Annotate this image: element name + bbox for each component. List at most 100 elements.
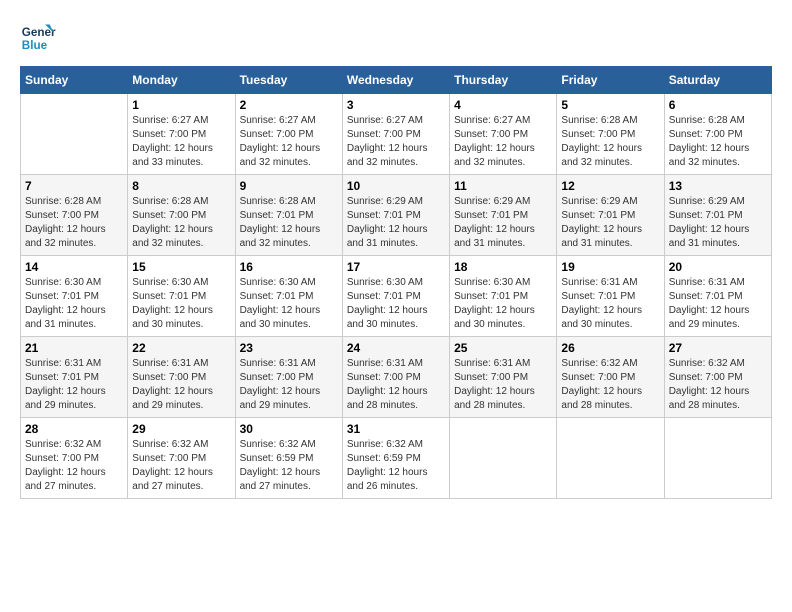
day-number: 15: [132, 260, 230, 274]
calendar-cell: 25 Sunrise: 6:31 AM Sunset: 7:00 PM Dayli…: [450, 337, 557, 418]
day-number: 7: [25, 179, 123, 193]
day-info: Sunrise: 6:32 AM Sunset: 6:59 PM Dayligh…: [240, 438, 338, 494]
calendar-cell: [21, 94, 128, 175]
calendar-cell: 2 Sunrise: 6:27 AM Sunset: 7:00 PM Daylig…: [235, 94, 342, 175]
calendar-cell: 11Sunrise: 6:29 AM Sunset: 7:01 PM Dayli…: [450, 175, 557, 256]
svg-text:Blue: Blue: [22, 39, 48, 52]
day-info: Sunrise: 6:30 AM Sunset: 7:01 PM Dayligh…: [25, 276, 123, 332]
weekday-header: Sunday: [21, 67, 128, 94]
day-info: Sunrise: 6:31 AM Sunset: 7:00 PM Dayligh…: [240, 357, 338, 413]
day-number: 12: [561, 179, 659, 193]
day-info: Sunrise: 6:28 AM Sunset: 7:00 PM Dayligh…: [669, 114, 767, 170]
calendar-header-row: SundayMondayTuesdayWednesdayThursdayFrid…: [21, 67, 772, 94]
calendar-cell: 18 Sunrise: 6:30 AM Sunset: 7:01 PM Dayli…: [450, 256, 557, 337]
day-number: 16: [240, 260, 338, 274]
calendar-table: SundayMondayTuesdayWednesdayThursdayFrid…: [20, 66, 772, 499]
calendar-cell: [450, 418, 557, 499]
calendar-cell: 27 Sunrise: 6:32 AM Sunset: 7:00 PM Dayli…: [664, 337, 771, 418]
day-info: Sunrise: 6:29 AM Sunset: 7:01 PM Dayligh…: [561, 195, 659, 251]
day-number: 22: [132, 341, 230, 355]
day-number: 2: [240, 98, 338, 112]
day-info: Sunrise: 6:27 AM Sunset: 7:00 PM Dayligh…: [240, 114, 338, 170]
calendar-cell: 14 Sunrise: 6:30 AM Sunset: 7:01 PM Dayli…: [21, 256, 128, 337]
day-number: 4: [454, 98, 552, 112]
day-info: Sunrise: 6:32 AM Sunset: 7:00 PM Dayligh…: [669, 357, 767, 413]
logo: General Blue: [20, 20, 60, 56]
day-number: 11: [454, 179, 552, 193]
day-number: 26: [561, 341, 659, 355]
weekday-header: Friday: [557, 67, 664, 94]
day-info: Sunrise: 6:31 AM Sunset: 7:01 PM Dayligh…: [561, 276, 659, 332]
calendar-cell: 26 Sunrise: 6:32 AM Sunset: 7:00 PM Dayli…: [557, 337, 664, 418]
calendar-week-row: 14 Sunrise: 6:30 AM Sunset: 7:01 PM Dayli…: [21, 256, 772, 337]
calendar-cell: 24Sunrise: 6:31 AM Sunset: 7:00 PM Dayli…: [342, 337, 449, 418]
calendar-cell: 16 Sunrise: 6:30 AM Sunset: 7:01 PM Dayli…: [235, 256, 342, 337]
calendar-cell: 5Sunrise: 6:28 AM Sunset: 7:00 PM Daylig…: [557, 94, 664, 175]
day-number: 17: [347, 260, 445, 274]
calendar-cell: 9 Sunrise: 6:28 AM Sunset: 7:01 PM Daylig…: [235, 175, 342, 256]
calendar-cell: 8 Sunrise: 6:28 AM Sunset: 7:00 PM Daylig…: [128, 175, 235, 256]
weekday-header: Tuesday: [235, 67, 342, 94]
day-info: Sunrise: 6:32 AM Sunset: 7:00 PM Dayligh…: [132, 438, 230, 494]
day-number: 10: [347, 179, 445, 193]
day-number: 23: [240, 341, 338, 355]
calendar-cell: 22 Sunrise: 6:31 AM Sunset: 7:00 PM Dayli…: [128, 337, 235, 418]
day-info: Sunrise: 6:31 AM Sunset: 7:00 PM Dayligh…: [454, 357, 552, 413]
day-info: Sunrise: 6:30 AM Sunset: 7:01 PM Dayligh…: [240, 276, 338, 332]
calendar-cell: 10 Sunrise: 6:29 AM Sunset: 7:01 PM Dayli…: [342, 175, 449, 256]
day-info: Sunrise: 6:32 AM Sunset: 7:00 PM Dayligh…: [561, 357, 659, 413]
day-info: Sunrise: 6:29 AM Sunset: 7:01 PM Dayligh…: [347, 195, 445, 251]
day-info: Sunrise: 6:27 AM Sunset: 7:00 PM Dayligh…: [347, 114, 445, 170]
day-info: Sunrise: 6:31 AM Sunset: 7:01 PM Dayligh…: [669, 276, 767, 332]
logo-icon: General Blue: [20, 20, 56, 56]
calendar-cell: 13Sunrise: 6:29 AM Sunset: 7:01 PM Dayli…: [664, 175, 771, 256]
weekday-header: Wednesday: [342, 67, 449, 94]
day-number: 6: [669, 98, 767, 112]
calendar-cell: [557, 418, 664, 499]
day-info: Sunrise: 6:28 AM Sunset: 7:00 PM Dayligh…: [132, 195, 230, 251]
day-info: Sunrise: 6:28 AM Sunset: 7:01 PM Dayligh…: [240, 195, 338, 251]
day-number: 18: [454, 260, 552, 274]
calendar-cell: 23 Sunrise: 6:31 AM Sunset: 7:00 PM Dayli…: [235, 337, 342, 418]
day-info: Sunrise: 6:28 AM Sunset: 7:00 PM Dayligh…: [25, 195, 123, 251]
calendar-cell: 30Sunrise: 6:32 AM Sunset: 6:59 PM Dayli…: [235, 418, 342, 499]
day-info: Sunrise: 6:31 AM Sunset: 7:00 PM Dayligh…: [347, 357, 445, 413]
day-info: Sunrise: 6:27 AM Sunset: 7:00 PM Dayligh…: [454, 114, 552, 170]
calendar-week-row: 1 Sunrise: 6:27 AM Sunset: 7:00 PM Daylig…: [21, 94, 772, 175]
day-number: 13: [669, 179, 767, 193]
day-number: 14: [25, 260, 123, 274]
page-header: General Blue: [20, 20, 772, 56]
day-number: 31: [347, 422, 445, 436]
weekday-header: Thursday: [450, 67, 557, 94]
calendar-cell: 1 Sunrise: 6:27 AM Sunset: 7:00 PM Daylig…: [128, 94, 235, 175]
day-info: Sunrise: 6:30 AM Sunset: 7:01 PM Dayligh…: [132, 276, 230, 332]
calendar-cell: 12 Sunrise: 6:29 AM Sunset: 7:01 PM Dayli…: [557, 175, 664, 256]
day-info: Sunrise: 6:27 AM Sunset: 7:00 PM Dayligh…: [132, 114, 230, 170]
calendar-cell: 4 Sunrise: 6:27 AM Sunset: 7:00 PM Daylig…: [450, 94, 557, 175]
day-number: 9: [240, 179, 338, 193]
day-number: 29: [132, 422, 230, 436]
calendar-cell: 17 Sunrise: 6:30 AM Sunset: 7:01 PM Dayli…: [342, 256, 449, 337]
day-info: Sunrise: 6:30 AM Sunset: 7:01 PM Dayligh…: [454, 276, 552, 332]
day-number: 20: [669, 260, 767, 274]
calendar-week-row: 21Sunrise: 6:31 AM Sunset: 7:01 PM Dayli…: [21, 337, 772, 418]
day-number: 21: [25, 341, 123, 355]
day-number: 1: [132, 98, 230, 112]
calendar-cell: 6 Sunrise: 6:28 AM Sunset: 7:00 PM Daylig…: [664, 94, 771, 175]
weekday-header: Monday: [128, 67, 235, 94]
calendar-week-row: 28 Sunrise: 6:32 AM Sunset: 7:00 PM Dayli…: [21, 418, 772, 499]
day-info: Sunrise: 6:30 AM Sunset: 7:01 PM Dayligh…: [347, 276, 445, 332]
calendar-cell: 29 Sunrise: 6:32 AM Sunset: 7:00 PM Dayli…: [128, 418, 235, 499]
day-info: Sunrise: 6:32 AM Sunset: 7:00 PM Dayligh…: [25, 438, 123, 494]
calendar-cell: 28 Sunrise: 6:32 AM Sunset: 7:00 PM Dayli…: [21, 418, 128, 499]
calendar-cell: [664, 418, 771, 499]
day-number: 28: [25, 422, 123, 436]
day-info: Sunrise: 6:31 AM Sunset: 7:00 PM Dayligh…: [132, 357, 230, 413]
day-number: 27: [669, 341, 767, 355]
day-number: 8: [132, 179, 230, 193]
day-number: 3: [347, 98, 445, 112]
calendar-cell: 3 Sunrise: 6:27 AM Sunset: 7:00 PM Daylig…: [342, 94, 449, 175]
day-number: 25: [454, 341, 552, 355]
day-number: 5: [561, 98, 659, 112]
calendar-cell: 15 Sunrise: 6:30 AM Sunset: 7:01 PM Dayli…: [128, 256, 235, 337]
